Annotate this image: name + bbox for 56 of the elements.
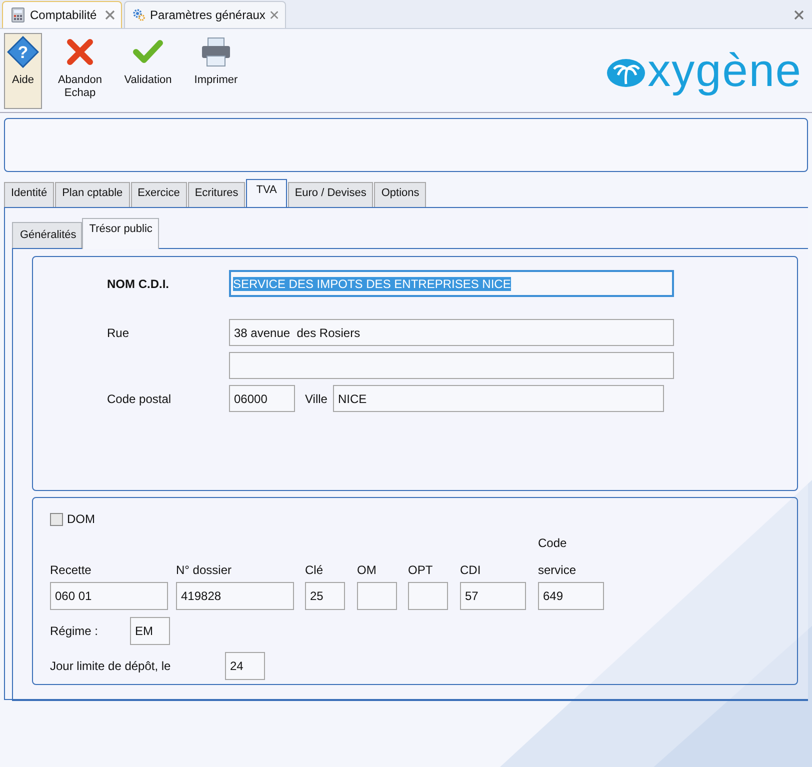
tab[interactable]: Trésor public: [82, 218, 160, 249]
logo: xygène: [606, 47, 802, 93]
input-field[interactable]: [229, 352, 674, 379]
field-label: Recette: [50, 563, 92, 577]
tab[interactable]: Plan cptable: [55, 182, 130, 207]
field-label: Code: [538, 536, 568, 550]
document-tab[interactable]: Comptabilité: [2, 1, 122, 28]
document-tab[interactable]: Paramètres généraux: [124, 1, 286, 28]
tab[interactable]: TVA: [246, 179, 287, 208]
input-field[interactable]: 24: [225, 652, 265, 680]
field-label: Clé: [305, 563, 324, 577]
field-label: OM: [357, 563, 378, 577]
field-label: Jour limite de dépôt, le: [50, 659, 172, 673]
field-label: NOM C.D.I.: [107, 276, 170, 290]
checkbox-label: DOM: [67, 512, 95, 526]
tab-label: Paramètres généraux: [150, 8, 266, 22]
field-label: Rue: [107, 326, 130, 340]
input-field[interactable]: NICE: [333, 385, 664, 412]
help-button[interactable]: ? Aide: [4, 33, 42, 109]
palm-tree-logo-icon: [606, 58, 646, 88]
input-field[interactable]: 419828: [176, 582, 294, 610]
field-label: N° dossier: [176, 563, 232, 577]
checkbox[interactable]: [50, 512, 63, 526]
help-icon: ?: [7, 36, 39, 68]
close-icon[interactable]: [105, 10, 115, 20]
tab[interactable]: Généralités: [12, 222, 82, 248]
input-field[interactable]: 06000: [229, 385, 295, 412]
tab[interactable]: Ecritures: [188, 182, 246, 207]
close-icon[interactable]: [794, 10, 804, 20]
cancel-button[interactable]: Abandon Echap: [50, 33, 110, 109]
cross-icon: [64, 36, 96, 68]
field-label: OPT: [408, 563, 434, 577]
field-label: Ville: [304, 392, 328, 406]
input-field[interactable]: 25: [305, 582, 345, 610]
input-field[interactable]: [357, 582, 397, 610]
field-label: CDI: [460, 563, 482, 577]
tab[interactable]: Euro / Devises: [288, 182, 374, 207]
input-field[interactable]: [408, 582, 448, 610]
tab[interactable]: Identité: [4, 182, 54, 207]
validate-button[interactable]: Validation: [118, 33, 178, 109]
tab-label: Comptabilité: [30, 8, 98, 22]
field-label: Régime :: [50, 624, 100, 638]
tab[interactable]: Options: [374, 182, 426, 207]
close-icon[interactable]: [270, 10, 279, 20]
print-button[interactable]: Imprimer: [186, 33, 246, 109]
input-field[interactable]: 649: [538, 582, 604, 610]
gears-icon: [133, 7, 146, 23]
field-label: service: [538, 563, 578, 577]
input-field[interactable]: EM: [130, 617, 170, 645]
printer-icon: [200, 36, 232, 68]
input-field[interactable]: 38 avenue des Rosiers: [229, 319, 674, 346]
field-label: Code postal: [107, 392, 172, 406]
tab[interactable]: Exercice: [130, 182, 187, 207]
input-field[interactable]: 57: [460, 582, 526, 610]
input-field[interactable]: 060 01: [50, 582, 168, 610]
calculator-icon: [11, 7, 25, 23]
